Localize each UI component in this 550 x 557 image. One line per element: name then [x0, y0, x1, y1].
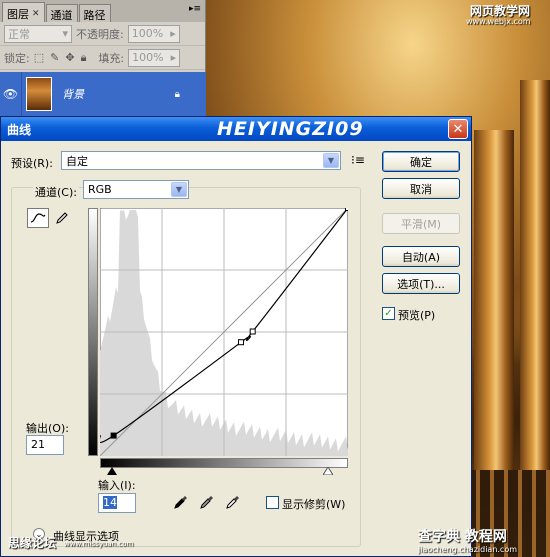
checkmark-icon: ✓: [384, 308, 393, 319]
curve-control-point: [345, 205, 351, 211]
tab-layers[interactable]: 图层 ✕: [2, 2, 45, 22]
chevron-right-icon: ▸: [170, 51, 177, 64]
curve-edit-tool[interactable]: [27, 208, 49, 228]
chevron-down-icon: ▼: [323, 153, 339, 168]
ok-label: 确定: [410, 155, 432, 169]
lock-row: 锁定: ⬚ ✎ ✥ 🔒︎ 填充: 100% ▸: [0, 46, 205, 70]
close-button[interactable]: ✕: [448, 119, 468, 139]
watermark-bottom-right-url: jiaocheng.chazidian.com: [418, 545, 518, 554]
lock-icons: ⬚ ✎ ✥ 🔒︎: [34, 51, 87, 65]
opacity-label: 不透明度:: [76, 27, 124, 41]
input-value: 14: [103, 496, 117, 509]
pencil-icon: [56, 212, 68, 224]
output-gradient-bar: [88, 208, 98, 456]
output-field[interactable]: 21: [26, 435, 64, 455]
lock-all-icon[interactable]: 🔒︎: [81, 51, 87, 65]
dialog-titlebar[interactable]: 曲线 HEIYINGZI09 ✕: [1, 117, 471, 141]
layers-panel-tabs: 图层 ✕ 通道 路径 ▸≡: [0, 0, 205, 22]
panel-menu-icon[interactable]: ▸≡: [189, 4, 201, 14]
lock-icon: 🔒︎: [174, 88, 180, 100]
fill-label: 填充:: [98, 51, 125, 65]
watermark-bottom-left: 思缘论坛: [8, 536, 57, 550]
title-brand-text: HEIYINGZI09: [217, 118, 364, 140]
curves-graph[interactable]: [98, 205, 351, 457]
gray-eyedropper-icon[interactable]: [199, 494, 215, 510]
tab-channels-label: 通道: [50, 8, 73, 22]
watermark-bottom-right: 查字典 教程网: [418, 529, 507, 545]
tab-channels[interactable]: 通道: [45, 4, 78, 22]
preview-checkbox[interactable]: ✓: [382, 307, 395, 320]
curve-control-point: [238, 339, 245, 346]
close-icon[interactable]: ✕: [32, 9, 40, 19]
tab-paths[interactable]: 路径: [78, 4, 111, 22]
ok-button[interactable]: 确定: [382, 151, 460, 172]
options-button[interactable]: 选项(T)...: [382, 273, 460, 294]
input-field[interactable]: 14: [98, 493, 136, 513]
dialog-title: 曲线: [7, 122, 32, 137]
pencil-tool[interactable]: [51, 208, 73, 228]
white-point-slider[interactable]: [323, 467, 333, 475]
tab-layers-label: 图层: [7, 7, 29, 21]
curve-icon: [30, 213, 46, 223]
layer-name: 背景: [62, 88, 84, 101]
blend-row: 正常 ▾ 不透明度: 100% ▸: [0, 22, 205, 46]
tab-paths-label: 路径: [83, 8, 106, 22]
channel-label: 通道(C):: [33, 184, 79, 200]
cancel-button[interactable]: 取消: [382, 178, 460, 199]
curves-dialog: 曲线 HEIYINGZI09 ✕ 预设(R): 自定 ▼ ⁝≡ 通道(C): R…: [0, 116, 472, 557]
black-eyedropper-icon[interactable]: [173, 494, 189, 510]
input-gradient-bar: [100, 458, 348, 468]
cancel-label: 取消: [410, 182, 432, 196]
chevron-down-icon: ▼: [171, 182, 187, 197]
channel-select[interactable]: RGB ▼: [83, 180, 189, 199]
lock-position-icon[interactable]: ✥: [65, 51, 74, 65]
fill-field[interactable]: 100% ▸: [128, 48, 181, 67]
lock-label: 锁定:: [4, 51, 30, 65]
photo-column: [474, 130, 514, 470]
output-value: 21: [31, 438, 45, 451]
output-label: 输出(O):: [26, 422, 69, 435]
blend-mode-select[interactable]: 正常 ▾: [4, 24, 72, 43]
channel-value: RGB: [88, 183, 112, 196]
eye-icon[interactable]: 👁︎: [0, 72, 22, 116]
curve-control-point: [110, 432, 117, 439]
chevron-down-icon: ▾: [62, 27, 68, 40]
white-eyedropper-icon[interactable]: [225, 494, 241, 510]
layers-panel: 图层 ✕ 通道 路径 ▸≡ 正常 ▾ 不透明度: 100% ▸ 锁定: ⬚ ✎ …: [0, 0, 206, 116]
blend-mode-value: 正常: [8, 27, 30, 41]
smooth-button: 平滑(M): [382, 213, 460, 234]
black-point-slider[interactable]: [107, 467, 117, 475]
preset-label: 预设(R):: [11, 157, 53, 170]
auto-label: 自动(A): [401, 250, 441, 264]
lock-transparency-icon[interactable]: ⬚: [34, 51, 44, 65]
photo-column: [520, 80, 550, 470]
watermark-bottom-left-url: www.missyuan.com: [64, 540, 134, 548]
auto-button[interactable]: 自动(A): [382, 246, 460, 267]
layer-thumbnail: [26, 77, 52, 111]
layer-row[interactable]: 👁︎ 背景 🔒︎: [0, 72, 206, 116]
show-clipping-label: 显示修剪(W): [282, 498, 346, 511]
input-label: 输入(I):: [98, 479, 136, 492]
options-label: 选项(T)...: [397, 277, 445, 291]
curve-control-point: [249, 328, 256, 335]
opacity-value: 100%: [131, 27, 164, 40]
fill-value: 100%: [132, 51, 164, 64]
preset-options-icon[interactable]: ⁝≡: [351, 153, 365, 167]
close-icon: ✕: [452, 121, 464, 137]
chevron-right-icon: ▸: [170, 27, 176, 40]
show-clipping-checkbox[interactable]: [266, 496, 279, 509]
smooth-label: 平滑(M): [400, 217, 442, 231]
preset-select[interactable]: 自定 ▼: [61, 151, 341, 170]
watermark-top-url: www.webjx.com: [466, 17, 531, 26]
lock-image-icon[interactable]: ✎: [50, 51, 59, 65]
opacity-field[interactable]: 100% ▸: [127, 24, 180, 43]
preview-label: 预览(P): [398, 309, 436, 322]
curves-graph-svg[interactable]: [98, 205, 351, 457]
preset-value: 自定: [66, 154, 88, 168]
